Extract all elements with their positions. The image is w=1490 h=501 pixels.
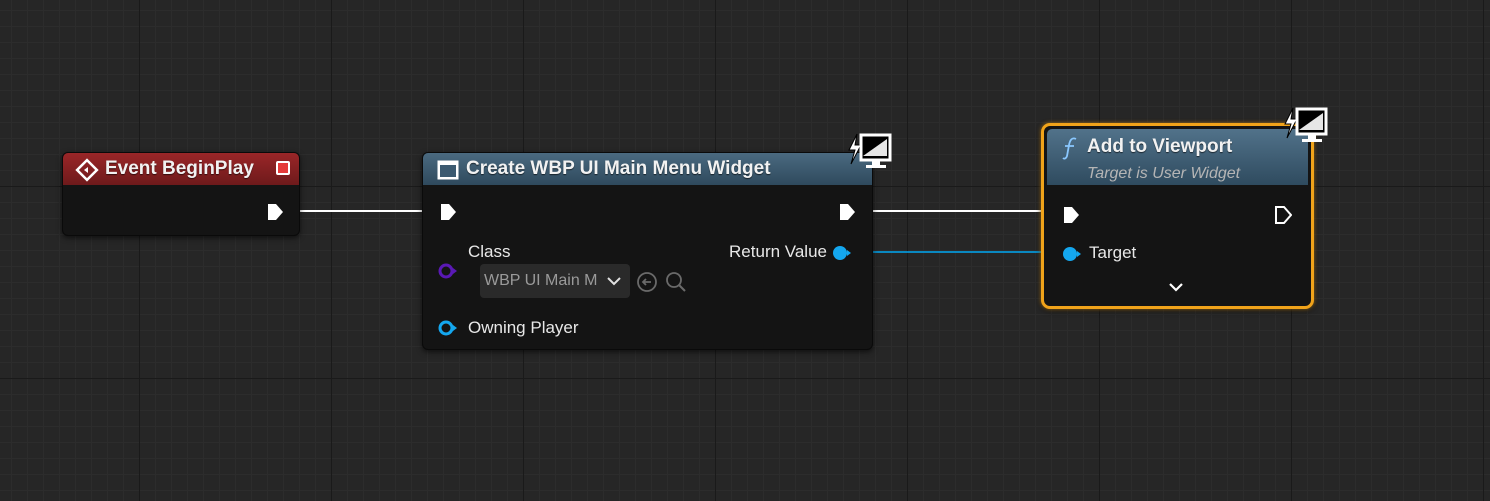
function-f-icon bbox=[1062, 137, 1077, 160]
event-diamond-icon bbox=[75, 158, 99, 182]
node-title: Create WBP UI Main Menu Widget bbox=[466, 158, 771, 179]
target-pin-label: Target bbox=[1089, 243, 1137, 262]
class-pin-label: Class bbox=[468, 242, 511, 261]
add-to-viewport-node[interactable]: Add to Viewport Target is User Widget Ta… bbox=[1041, 123, 1314, 309]
return-value-pin[interactable] bbox=[831, 245, 853, 261]
target-pin[interactable] bbox=[1061, 246, 1083, 262]
owning-player-pin[interactable] bbox=[437, 320, 459, 336]
return-value-label: Return Value bbox=[729, 242, 827, 261]
exec-output-pin[interactable] bbox=[838, 202, 856, 222]
node-title: Add to Viewport bbox=[1087, 136, 1233, 157]
chevron-down-icon[interactable] bbox=[1167, 280, 1185, 294]
class-dropdown[interactable]: WBP UI Main Menu bbox=[480, 264, 630, 298]
widget-icon bbox=[437, 160, 459, 180]
exec-output-pin[interactable] bbox=[1274, 205, 1292, 225]
chevron-down-icon bbox=[607, 277, 621, 286]
class-dropdown-value: WBP UI Main Menu bbox=[484, 272, 598, 289]
event-begin-play-node[interactable]: Event BeginPlay bbox=[62, 152, 300, 236]
event-delegate-pin[interactable] bbox=[276, 161, 290, 175]
exec-input-pin[interactable] bbox=[439, 202, 457, 222]
node-title: Event BeginPlay bbox=[105, 158, 254, 179]
node-subtitle: Target is User Widget bbox=[1087, 165, 1241, 182]
create-widget-node[interactable]: Create WBP UI Main Menu Widget Class WBP… bbox=[422, 152, 873, 350]
browse-asset-search-icon[interactable] bbox=[664, 270, 688, 294]
exec-output-pin[interactable] bbox=[266, 202, 284, 222]
lightning-monitor-icon bbox=[1284, 107, 1328, 142]
exec-input-pin[interactable] bbox=[1062, 205, 1080, 225]
add-to-viewport-inner: Add to Viewport Target is User Widget Ta… bbox=[1047, 129, 1308, 303]
use-selected-asset-icon[interactable] bbox=[636, 271, 658, 293]
lightning-monitor-icon bbox=[848, 133, 892, 168]
owning-player-label: Owning Player bbox=[468, 318, 579, 337]
class-pin[interactable] bbox=[437, 263, 459, 279]
